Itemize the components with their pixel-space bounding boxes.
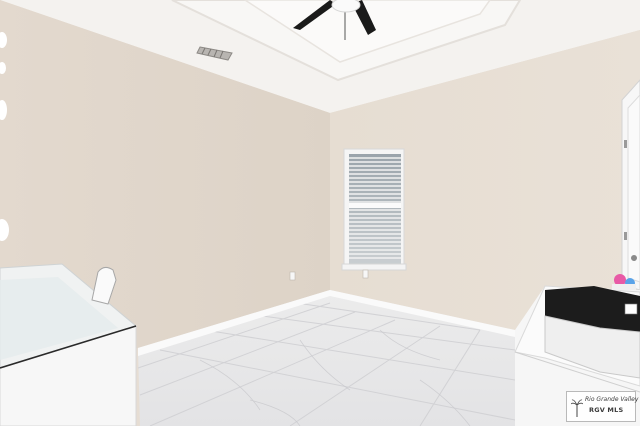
watermark: Rio Grande Valley RGV MLS bbox=[566, 391, 639, 422]
watermark-region-text: Rio Grande Valley bbox=[585, 396, 639, 403]
room-illustration bbox=[0, 0, 640, 426]
palm-tree-icon bbox=[571, 399, 583, 417]
door bbox=[621, 79, 640, 291]
wall-outlet bbox=[289, 271, 296, 281]
room-photo: Rio Grande Valley RGV MLS bbox=[0, 0, 640, 426]
wall-outlet bbox=[362, 269, 369, 279]
door-knob-icon bbox=[631, 255, 637, 261]
window bbox=[341, 148, 407, 271]
watermark-brand-text: RGV MLS bbox=[589, 406, 624, 414]
